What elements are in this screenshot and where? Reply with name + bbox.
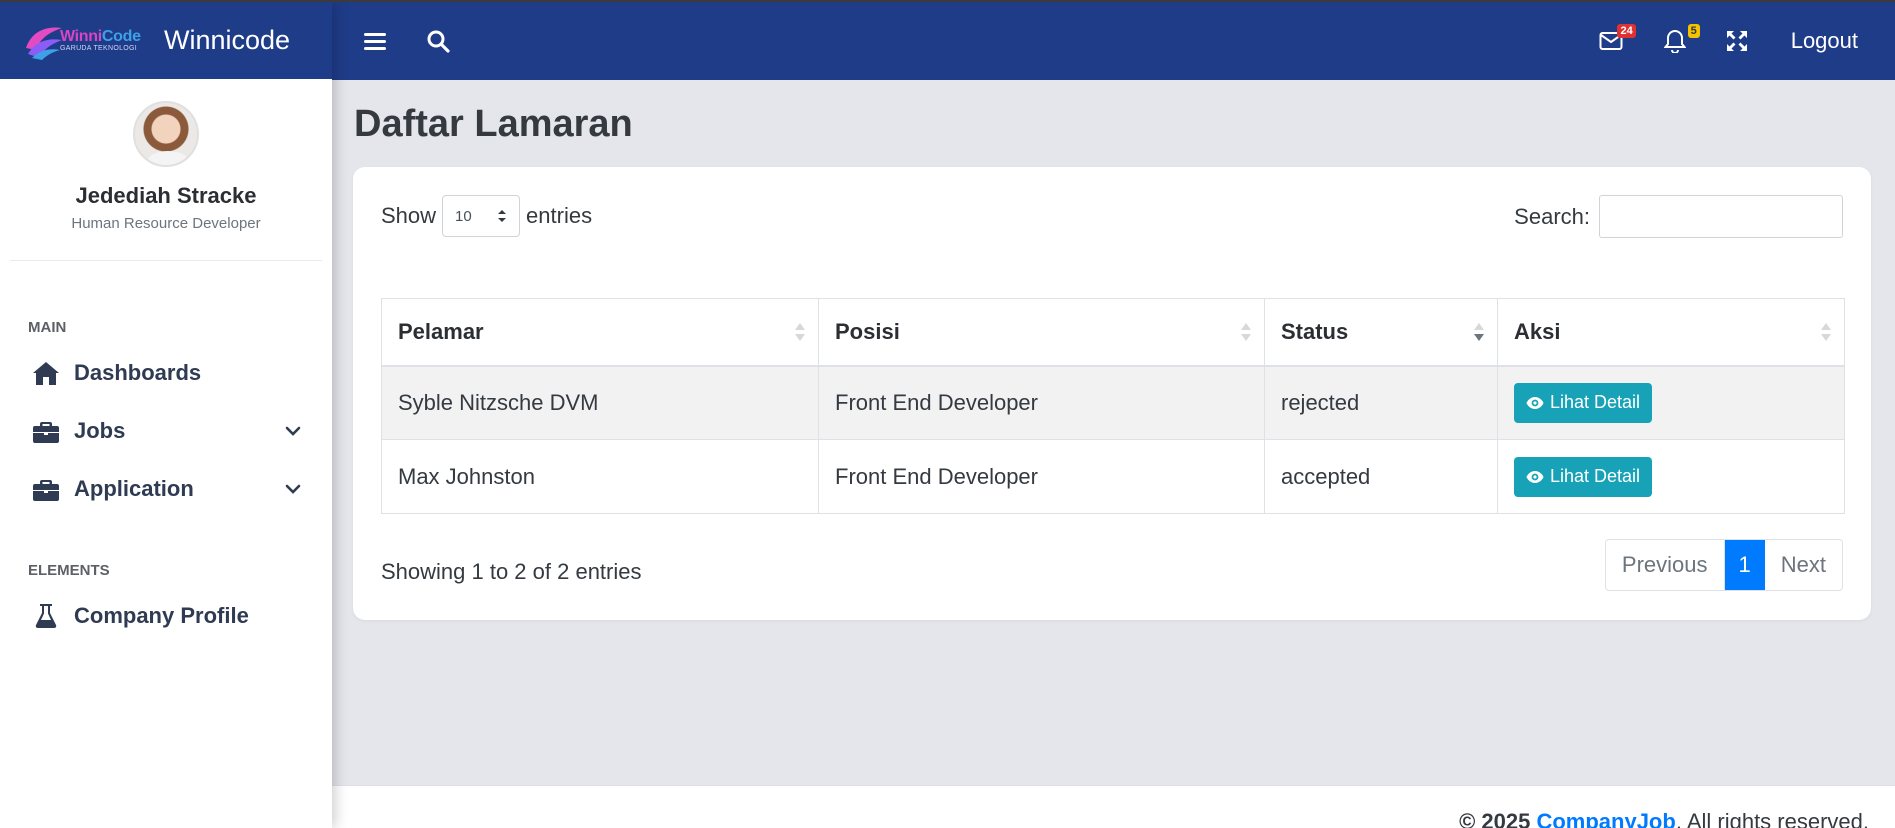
column-header-aksi[interactable]: Aksi — [1497, 298, 1845, 367]
table-info: Showing 1 to 2 of 2 entries — [381, 559, 642, 584]
chevron-down-icon[interactable] — [284, 422, 302, 440]
rights-text: . All rights reserved. — [1675, 809, 1869, 828]
fullscreen-icon[interactable] — [1717, 21, 1757, 61]
sidebar-divider — [10, 260, 322, 261]
nav-header-elements: ELEMENTS — [28, 562, 110, 579]
cell-posisi: Front End Developer — [818, 365, 1265, 440]
company-link[interactable]: CompanyJob — [1536, 809, 1675, 828]
table-row: Syble Nitzsche DVM Front End Developer r… — [381, 365, 1845, 440]
column-header-posisi[interactable]: Posisi — [818, 298, 1265, 367]
nav-header-main: MAIN — [28, 319, 67, 336]
messages-count-badge: 24 — [1617, 24, 1636, 38]
brand-name: Winnicode — [164, 25, 291, 55]
entries-length-control: Show 10 entries — [381, 195, 592, 237]
sidebar-item-label: Company Profile — [74, 603, 249, 628]
previous-page-button[interactable]: Previous — [1606, 540, 1725, 590]
column-header-label: Aksi — [1514, 318, 1561, 344]
flask-icon — [32, 602, 60, 630]
logo-wordmark: WinniCode — [60, 28, 141, 45]
copyright-year: © 2025 — [1459, 809, 1531, 828]
sidebar-item-label: Jobs — [74, 418, 126, 443]
table-search: Search: — [1514, 195, 1843, 238]
sidebar-item-label: Application — [74, 476, 194, 501]
briefcase-icon — [32, 417, 60, 445]
sort-desc-icon — [1474, 322, 1484, 341]
search-input[interactable] — [1599, 195, 1843, 238]
column-header-pelamar[interactable]: Pelamar — [381, 298, 819, 367]
user-role: Human Resource Developer — [71, 215, 261, 232]
sort-icon — [1821, 322, 1831, 341]
cell-pelamar: Max Johnston — [381, 439, 819, 514]
page-title: Daftar Lamaran — [354, 103, 633, 145]
cell-aksi: Lihat Detail — [1497, 365, 1845, 440]
next-page-button[interactable]: Next — [1765, 540, 1842, 590]
search-icon[interactable] — [418, 21, 458, 61]
menu-toggle-icon[interactable] — [355, 21, 395, 61]
view-detail-button[interactable]: Lihat Detail — [1514, 456, 1653, 497]
column-header-status[interactable]: Status — [1264, 298, 1498, 367]
show-label: Show — [381, 203, 437, 228]
sort-icon — [1241, 322, 1251, 341]
entries-label: entries — [526, 203, 593, 228]
winnicode-logo: WinniCode GARUDA TEKNOLOGI — [22, 18, 152, 64]
home-icon — [32, 359, 60, 387]
cell-posisi: Front End Developer — [818, 439, 1265, 514]
entries-length-value: 10 — [455, 207, 472, 225]
cell-status: accepted — [1264, 439, 1498, 514]
notifications-count-badge: 5 — [1687, 24, 1700, 38]
user-profile: Jedediah Stracke Human Resource Develope… — [0, 79, 332, 232]
chevron-down-icon[interactable] — [284, 480, 302, 498]
view-detail-label: Lihat Detail — [1550, 392, 1641, 413]
table-header-row: Pelamar Posisi Status Aksi — [381, 298, 1845, 367]
sidebar: WinniCode GARUDA TEKNOLOGI Winnicode Jed… — [0, 2, 332, 828]
topbar: 24 5 Logout — [332, 2, 1895, 80]
sidebar-item-jobs[interactable]: Jobs — [0, 402, 332, 460]
sort-icon — [795, 322, 805, 341]
footer-copyright: © 2025 CompanyJob. All rights reserved. — [1459, 809, 1869, 828]
cell-pelamar: Syble Nitzsche DVM — [381, 365, 819, 440]
column-header-label: Status — [1281, 318, 1349, 344]
cell-status: rejected — [1264, 365, 1498, 440]
eye-icon — [1526, 470, 1544, 483]
bell-icon — [1663, 29, 1686, 53]
column-header-label: Pelamar — [398, 318, 484, 344]
footer: © 2025 CompanyJob. All rights reserved. — [332, 785, 1895, 828]
applications-card: Show 10 entries Search: Pelamar Posisi S… — [353, 167, 1871, 620]
eye-icon — [1526, 396, 1544, 409]
messages-button[interactable]: 24 — [1591, 21, 1636, 61]
brand-header[interactable]: WinniCode GARUDA TEKNOLOGI Winnicode — [0, 2, 332, 79]
briefcase-icon — [32, 475, 60, 503]
avatar[interactable] — [133, 101, 199, 167]
sidebar-item-label: Dashboards — [74, 360, 202, 385]
applications-table: Pelamar Posisi Status Aksi Syble Nitzsch… — [381, 298, 1845, 514]
window-top-border — [0, 0, 1895, 2]
table-row: Max Johnston Front End Developer accepte… — [381, 439, 1845, 514]
logout-button[interactable]: Logout — [1791, 28, 1858, 54]
pagination: Previous 1 Next — [1604, 539, 1843, 591]
entries-length-select[interactable]: 10 — [442, 195, 521, 237]
sidebar-item-dashboards[interactable]: Dashboards — [0, 344, 332, 402]
notifications-button[interactable]: 5 — [1655, 21, 1700, 61]
sort-arrows-icon — [498, 210, 507, 222]
search-label: Search: — [1514, 203, 1590, 229]
cell-aksi: Lihat Detail — [1497, 439, 1845, 514]
sidebar-item-application[interactable]: Application — [0, 460, 332, 518]
column-header-label: Posisi — [835, 318, 900, 344]
page-1-button[interactable]: 1 — [1724, 540, 1765, 590]
view-detail-button[interactable]: Lihat Detail — [1514, 382, 1653, 423]
user-name: Jedediah Stracke — [75, 183, 257, 208]
view-detail-label: Lihat Detail — [1550, 466, 1641, 486]
sidebar-item-company-profile[interactable]: Company Profile — [0, 587, 332, 645]
logo-tagline: GARUDA TEKNOLOGI — [60, 45, 138, 52]
